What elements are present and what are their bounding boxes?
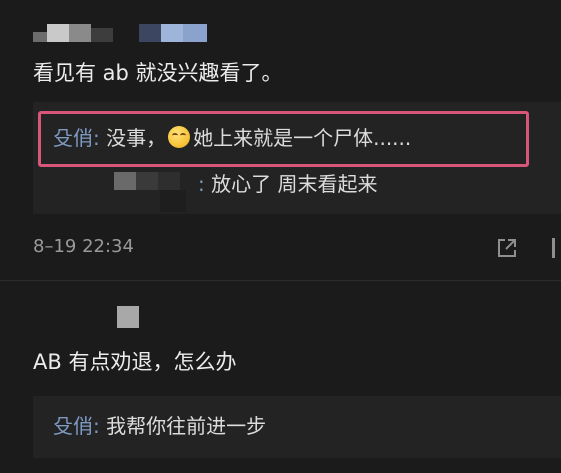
pixel-block bbox=[114, 172, 136, 190]
pixel-block bbox=[47, 24, 69, 42]
reply-item[interactable]: 殳俏: 我帮你往前进一步 bbox=[53, 412, 266, 440]
share-icon[interactable] bbox=[496, 237, 518, 259]
pixel-block bbox=[33, 32, 47, 42]
timestamp: 8–19 22:34 bbox=[33, 236, 134, 257]
reply-author[interactable]: 殳俏 bbox=[53, 414, 93, 438]
highlight-box bbox=[38, 111, 529, 167]
pixel-block bbox=[136, 172, 158, 190]
reply-text: 放心了 周末看起来 bbox=[211, 172, 378, 196]
reply-content: : 放心了 周末看起来 bbox=[198, 170, 377, 198]
pixel-block bbox=[117, 306, 139, 328]
pixel-block bbox=[158, 172, 180, 190]
pixel-block bbox=[139, 24, 161, 42]
pixel-block bbox=[160, 190, 186, 212]
reply-separator: : bbox=[198, 172, 212, 196]
divider bbox=[0, 280, 561, 281]
reply-separator: : bbox=[93, 414, 107, 438]
more-icon-edge bbox=[552, 238, 555, 258]
pixel-block bbox=[183, 24, 207, 42]
comment-text: AB 有点劝退，怎么办 bbox=[33, 350, 237, 374]
reply-text: 我帮你往前进一步 bbox=[106, 414, 267, 438]
comment-text: 看见有 ab 就没兴趣看了。 bbox=[33, 61, 283, 85]
pixel-block bbox=[69, 24, 91, 42]
pixel-block bbox=[91, 28, 113, 42]
pixel-block bbox=[161, 24, 183, 42]
